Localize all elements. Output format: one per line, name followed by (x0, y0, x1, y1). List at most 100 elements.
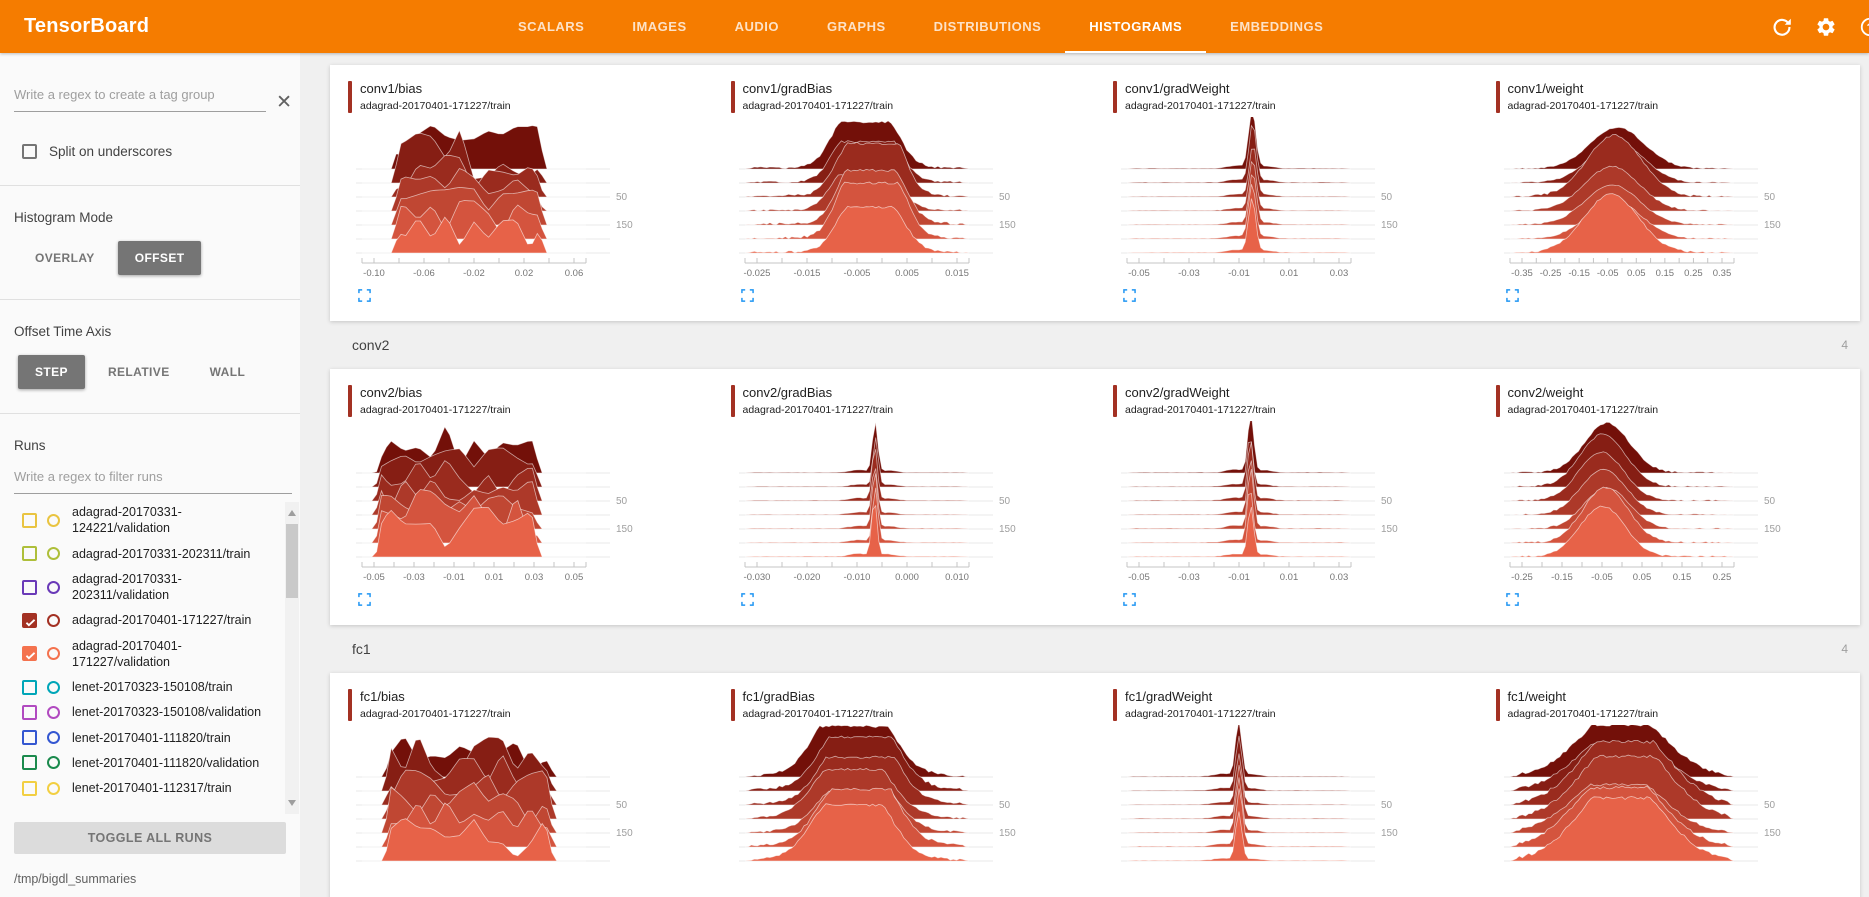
run-checkbox[interactable] (22, 513, 37, 528)
histogram-chart[interactable]: 50150-0.35-0.25-0.15-0.050.050.150.250.3… (1496, 117, 1796, 283)
run-item[interactable]: lenet-20170401-112317/train (22, 780, 274, 796)
run-item[interactable]: adagrad-20170331-202311/train (22, 546, 274, 562)
offset-axis-step-button[interactable]: STEP (18, 355, 85, 389)
run-radio[interactable] (47, 731, 60, 744)
runs-filter-field[interactable]: Write a regex to filter runs (14, 469, 300, 494)
main-content: conv1/biasadagrad-20170401-171227/train5… (300, 53, 1869, 897)
run-item[interactable]: adagrad-20170331-202311/validation (22, 571, 274, 604)
card-title-text: fc1/gradWeightadagrad-20170401-171227/tr… (1125, 689, 1276, 721)
svg-text:-0.02: -0.02 (463, 268, 485, 279)
svg-text:-0.015: -0.015 (793, 268, 820, 279)
run-radio[interactable] (47, 681, 60, 694)
clear-tag-filter-icon[interactable]: ✕ (276, 93, 292, 112)
histogram-chart[interactable]: 50150-0.05-0.03-0.010.010.030.05 (348, 421, 648, 587)
expand-icon[interactable] (1506, 593, 1519, 611)
run-checkbox[interactable] (22, 546, 37, 561)
histogram-chart[interactable]: 50150 (1496, 725, 1796, 891)
run-item[interactable]: lenet-20170323-150108/train (22, 679, 274, 695)
run-item[interactable]: lenet-20170401-111820/train (22, 730, 274, 746)
tab-audio[interactable]: AUDIO (711, 0, 803, 53)
tag-filter-field[interactable]: Write a regex to create a tag group ✕ (14, 87, 300, 112)
card-title: fc1/gradWeightadagrad-20170401-171227/tr… (1113, 689, 1478, 721)
help-icon[interactable]: ? (1858, 15, 1869, 39)
expand-icon[interactable] (741, 593, 754, 611)
run-checkbox[interactable] (22, 613, 37, 628)
run-checkbox[interactable] (22, 781, 37, 796)
run-item[interactable]: lenet-20170323-150108/validation (22, 704, 274, 720)
runs-scrollbar[interactable] (285, 502, 299, 814)
run-checkbox[interactable] (22, 680, 37, 695)
offset-axis-relative-button[interactable]: RELATIVE (91, 355, 187, 389)
card-title: conv1/weightadagrad-20170401-171227/trai… (1496, 81, 1861, 113)
card-title: conv1/gradBiasadagrad-20170401-171227/tr… (731, 81, 1096, 113)
expand-icon[interactable] (358, 593, 371, 611)
svg-text:0.15: 0.15 (1672, 572, 1691, 583)
histogram-chart[interactable]: 50150 (348, 725, 648, 891)
run-radio[interactable] (47, 581, 60, 594)
svg-text:150: 150 (1764, 220, 1781, 231)
run-checkbox[interactable] (22, 580, 37, 595)
section-count: 4 (1841, 642, 1848, 656)
offset-axis-wall-button[interactable]: WALL (193, 355, 263, 389)
histogram-chart[interactable]: 50150-0.25-0.15-0.050.050.150.25 (1496, 421, 1796, 587)
refresh-icon[interactable] (1770, 15, 1794, 39)
tag-filter-input[interactable]: Write a regex to create a tag group (14, 87, 266, 112)
run-checkbox[interactable] (22, 755, 37, 770)
card-run-name: adagrad-20170401-171227/train (360, 404, 511, 416)
run-color-bar (731, 689, 735, 721)
scrollbar-thumb[interactable] (286, 524, 298, 598)
expand-icon[interactable] (1506, 289, 1519, 307)
card-title-text: fc1/biasadagrad-20170401-171227/train (360, 689, 511, 721)
run-radio[interactable] (47, 706, 60, 719)
card-run-name: adagrad-20170401-171227/train (743, 404, 894, 416)
run-radio[interactable] (47, 647, 60, 660)
settings-gear-icon[interactable] (1814, 15, 1838, 39)
run-radio[interactable] (47, 614, 60, 627)
run-checkbox[interactable] (22, 730, 37, 745)
split-underscores-checkbox[interactable] (22, 144, 37, 159)
svg-text:-0.03: -0.03 (1178, 572, 1200, 583)
toggle-all-runs-button[interactable]: TOGGLE ALL RUNS (14, 822, 286, 854)
svg-text:150: 150 (1381, 220, 1398, 231)
expand-icon[interactable] (1123, 289, 1136, 307)
run-checkbox[interactable] (22, 646, 37, 661)
run-radio[interactable] (47, 756, 60, 769)
card-run-name: adagrad-20170401-171227/train (360, 708, 511, 720)
tab-embeddings[interactable]: EMBEDDINGS (1206, 0, 1347, 53)
histogram-chart[interactable]: 50150-0.05-0.03-0.010.010.03 (1113, 117, 1413, 283)
run-item[interactable]: lenet-20170401-111820/validation (22, 755, 274, 771)
scroll-down-icon[interactable] (288, 800, 296, 810)
tab-distributions[interactable]: DISTRIBUTIONS (910, 0, 1066, 53)
tab-graphs[interactable]: GRAPHS (803, 0, 910, 53)
svg-text:-0.010: -0.010 (843, 572, 870, 583)
tab-images[interactable]: IMAGES (608, 0, 710, 53)
histogram-mode-overlay-button[interactable]: OVERLAY (18, 241, 112, 275)
histogram-chart[interactable]: 50150-0.05-0.03-0.010.010.03 (1113, 421, 1413, 587)
runs-filter-input[interactable]: Write a regex to filter runs (14, 469, 292, 494)
run-item[interactable]: adagrad-20170331-124221/validation (22, 504, 274, 537)
run-checkbox[interactable] (22, 705, 37, 720)
run-item[interactable]: adagrad-20170401-171227/validation (22, 638, 274, 671)
scroll-up-icon[interactable] (288, 506, 296, 516)
card-title: conv2/gradBiasadagrad-20170401-171227/tr… (731, 385, 1096, 417)
app-header: TensorBoard SCALARSIMAGESAUDIOGRAPHSDIST… (0, 0, 1869, 53)
histogram-chart[interactable]: 50150-0.025-0.015-0.0050.0050.015 (731, 117, 1031, 283)
histogram-chart[interactable]: 50150 (1113, 725, 1413, 891)
tab-scalars[interactable]: SCALARS (494, 0, 608, 53)
run-item[interactable]: adagrad-20170401-171227/train (22, 612, 274, 628)
svg-text:0.01: 0.01 (1280, 268, 1299, 279)
histogram-chart[interactable]: 50150-0.10-0.06-0.020.020.06 (348, 117, 648, 283)
expand-icon[interactable] (358, 289, 371, 307)
run-radio[interactable] (47, 782, 60, 795)
histogram-mode-offset-button[interactable]: OFFSET (118, 241, 202, 275)
svg-text:0.03: 0.03 (1330, 268, 1349, 279)
tab-histograms[interactable]: HISTOGRAMS (1065, 0, 1206, 53)
histogram-chart[interactable]: 50150-0.030-0.020-0.0100.0000.010 (731, 421, 1031, 587)
split-underscores-row[interactable]: Split on underscores (22, 144, 300, 159)
expand-icon[interactable] (741, 289, 754, 307)
run-radio[interactable] (47, 514, 60, 527)
run-radio[interactable] (47, 547, 60, 560)
expand-icon[interactable] (1123, 593, 1136, 611)
card-run-name: adagrad-20170401-171227/train (1508, 708, 1659, 720)
histogram-chart[interactable]: 50150 (731, 725, 1031, 891)
